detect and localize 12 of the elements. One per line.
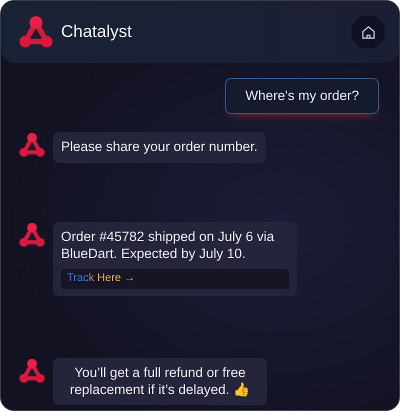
app-title: Chatalyst bbox=[61, 21, 132, 44]
home-icon bbox=[360, 24, 376, 40]
bot-message: You’ll get a full refund or free replacement if it’s delayed. 👍 bbox=[53, 358, 267, 406]
logo-icon bbox=[19, 358, 45, 384]
bot-message: Please share your order number. bbox=[53, 132, 266, 164]
user-message: Where's my order? bbox=[225, 78, 379, 114]
logo-icon bbox=[19, 222, 45, 248]
home-button[interactable] bbox=[351, 15, 385, 49]
track-link[interactable]: Track Here → bbox=[67, 272, 136, 284]
logo-icon bbox=[19, 132, 45, 158]
message-text: Order #45782 shipped on July 6 via BlueDart. Expected by July 10. bbox=[61, 229, 276, 263]
logo-icon bbox=[19, 15, 53, 49]
